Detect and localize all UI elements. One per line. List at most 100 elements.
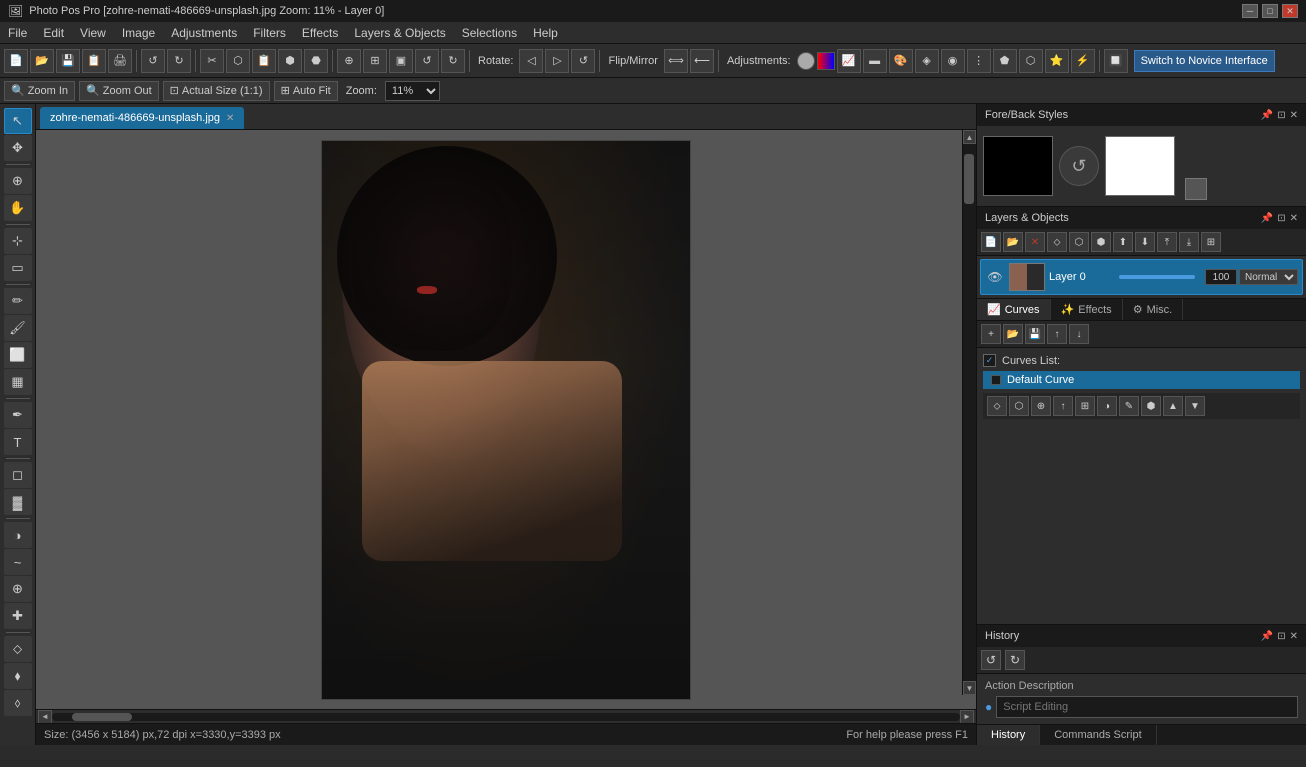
menu-help[interactable]: Help bbox=[525, 22, 566, 44]
photo-canvas[interactable] bbox=[321, 140, 691, 700]
zoom-in-button[interactable]: 🔍 Zoom In bbox=[4, 81, 75, 101]
zoom-out-button[interactable]: 🔍 Zoom Out bbox=[79, 81, 159, 101]
gradient-tool[interactable]: ▓ bbox=[4, 489, 32, 515]
resize-button[interactable]: ⊞ bbox=[363, 49, 387, 73]
adj12-button[interactable]: ⚡ bbox=[1071, 49, 1095, 73]
curves-mini-2[interactable]: ⬡ bbox=[1009, 396, 1029, 416]
copy-button[interactable]: ⬡ bbox=[226, 49, 250, 73]
maximize-button[interactable]: □ bbox=[1262, 4, 1278, 18]
hscroll-thumb[interactable] bbox=[72, 713, 132, 721]
rotate-reset-button[interactable]: ↺ bbox=[571, 49, 595, 73]
tool-extra-1[interactable]: ⬦ bbox=[4, 636, 32, 662]
menu-effects[interactable]: Effects bbox=[294, 22, 346, 44]
tab-curves[interactable]: 📈 Curves bbox=[977, 299, 1051, 320]
canvas-tab-close-button[interactable]: ✕ bbox=[226, 113, 234, 124]
curves-mini-5[interactable]: ⊞ bbox=[1075, 396, 1095, 416]
layer-blend-select[interactable]: Normal Multiply Screen Overlay bbox=[1239, 269, 1298, 285]
vscroll-down-button[interactable]: ▼ bbox=[963, 681, 976, 695]
canvas-content[interactable]: ▲ ▼ bbox=[36, 130, 976, 709]
curves-add-button[interactable]: + bbox=[981, 324, 1001, 344]
background-color-swatch[interactable] bbox=[1105, 136, 1175, 196]
layers-detach-button[interactable]: ⊡ bbox=[1277, 213, 1285, 224]
menu-view[interactable]: View bbox=[72, 22, 114, 44]
layer-visibility-toggle[interactable]: 👁 bbox=[985, 267, 1005, 287]
foreground-color-swatch[interactable] bbox=[983, 136, 1053, 196]
curves-mini-8[interactable]: ⬢ bbox=[1141, 396, 1161, 416]
vscroll-thumb[interactable] bbox=[964, 154, 974, 204]
layer-to-top-button[interactable]: ⤒ bbox=[1157, 232, 1177, 252]
shape-tool[interactable]: ◻ bbox=[4, 462, 32, 488]
clone-tool[interactable]: ⊕ bbox=[4, 576, 32, 602]
color-button[interactable] bbox=[817, 52, 835, 70]
curves-open-button[interactable]: 📂 bbox=[1003, 324, 1023, 344]
canvas-tab-main[interactable]: zohre-nemati-486669-unsplash.jpg ✕ bbox=[40, 107, 244, 129]
menu-selections[interactable]: Selections bbox=[454, 22, 525, 44]
layers-pin-button[interactable]: 📌 bbox=[1261, 213, 1273, 224]
layers-close-button[interactable]: ✕ bbox=[1290, 213, 1298, 224]
history-pin-button[interactable]: 📌 bbox=[1261, 631, 1273, 642]
pan-tool[interactable]: ✋ bbox=[4, 195, 32, 221]
curves-save-button[interactable]: 💾 bbox=[1025, 324, 1045, 344]
selection-rect-tool[interactable]: ▭ bbox=[4, 255, 32, 281]
flip-v-button[interactable]: ⟵ bbox=[690, 49, 714, 73]
new-layer-button[interactable]: 📄 bbox=[981, 232, 1001, 252]
window-controls[interactable]: ─ □ ✕ bbox=[1242, 4, 1298, 18]
delete-layer-button[interactable]: ✕ bbox=[1025, 232, 1045, 252]
pencil-tool[interactable]: ✏ bbox=[4, 288, 32, 314]
history-redo-button[interactable]: ↻ bbox=[1005, 650, 1025, 670]
curves-up-button[interactable]: ↑ bbox=[1047, 324, 1067, 344]
hscroll-right-button[interactable]: ► bbox=[960, 710, 974, 724]
vscroll-up-button[interactable]: ▲ bbox=[963, 130, 976, 144]
zoom-select[interactable]: 11% 25% 50% 100% bbox=[385, 81, 440, 101]
tool-extra-3[interactable]: ⬨ bbox=[4, 690, 32, 716]
levels-button[interactable]: ▬ bbox=[863, 49, 887, 73]
sharpen-button[interactable]: ◈ bbox=[915, 49, 939, 73]
layer-opacity-input[interactable] bbox=[1205, 269, 1237, 285]
move-tool[interactable]: ✥ bbox=[4, 135, 32, 161]
eraser-tool[interactable]: ⬜ bbox=[4, 342, 32, 368]
text-tool[interactable]: T bbox=[4, 429, 32, 455]
layer-up-button[interactable]: ⬆ bbox=[1113, 232, 1133, 252]
adj10-button[interactable]: ⬡ bbox=[1019, 49, 1043, 73]
minimize-button[interactable]: ─ bbox=[1242, 4, 1258, 18]
redo-button[interactable]: ↻ bbox=[167, 49, 191, 73]
copy-merged-button[interactable]: ⬣ bbox=[304, 49, 328, 73]
curves-list-item-default[interactable]: Default Curve bbox=[983, 371, 1300, 389]
curves-list-checkbox[interactable] bbox=[983, 354, 996, 367]
style-preset-thumb[interactable] bbox=[1185, 178, 1207, 200]
layer-row-0[interactable]: 👁 Layer 0 Normal bbox=[980, 259, 1303, 295]
menu-edit[interactable]: Edit bbox=[35, 22, 72, 44]
crop-tool[interactable]: ⊹ bbox=[4, 228, 32, 254]
history-detach-button[interactable]: ⊡ bbox=[1277, 631, 1285, 642]
eyedropper-tool[interactable]: ✒ bbox=[4, 402, 32, 428]
menu-layers[interactable]: Layers & Objects bbox=[346, 22, 453, 44]
layer-prop-button[interactable]: ⬦ bbox=[1047, 232, 1067, 252]
selection-tool[interactable]: ↖ bbox=[4, 108, 32, 134]
vscroll-track[interactable] bbox=[963, 144, 976, 681]
merge-layer-button[interactable]: ⬢ bbox=[1091, 232, 1111, 252]
paste-button[interactable]: 📋 bbox=[252, 49, 276, 73]
transform-button[interactable]: ⊕ bbox=[337, 49, 361, 73]
noise-button[interactable]: ⋮ bbox=[967, 49, 991, 73]
canvas-vscroll[interactable]: ▲ ▼ bbox=[962, 130, 976, 695]
layer-down-button[interactable]: ⬇ bbox=[1135, 232, 1155, 252]
curves-mini-7[interactable]: ✎ bbox=[1119, 396, 1139, 416]
switch-novice-button[interactable]: Switch to Novice Interface bbox=[1134, 50, 1275, 72]
hscroll-left-button[interactable]: ◄ bbox=[38, 710, 52, 724]
rotate-cw-button[interactable]: ↻ bbox=[441, 49, 465, 73]
curves-mini-3[interactable]: ⊕ bbox=[1031, 396, 1051, 416]
canvas-size-button[interactable]: ▣ bbox=[389, 49, 413, 73]
adj11-button[interactable]: ⭐ bbox=[1045, 49, 1069, 73]
save-button[interactable]: 💾 bbox=[56, 49, 80, 73]
hscroll-track[interactable] bbox=[52, 713, 960, 721]
adj9-button[interactable]: ⬟ bbox=[993, 49, 1017, 73]
dodge-tool[interactable]: ◑ bbox=[4, 522, 32, 548]
curves-down-button[interactable]: ↓ bbox=[1069, 324, 1089, 344]
print-button[interactable]: 🖨 bbox=[108, 49, 132, 73]
curves-mini-6[interactable]: ◑ bbox=[1097, 396, 1117, 416]
save-as-button[interactable]: 📋 bbox=[82, 49, 106, 73]
flatten-button[interactable]: ⊞ bbox=[1201, 232, 1221, 252]
open-file-button[interactable]: 📂 bbox=[30, 49, 54, 73]
blur-button[interactable]: ◉ bbox=[941, 49, 965, 73]
curves-mini-10[interactable]: ▼ bbox=[1185, 396, 1205, 416]
